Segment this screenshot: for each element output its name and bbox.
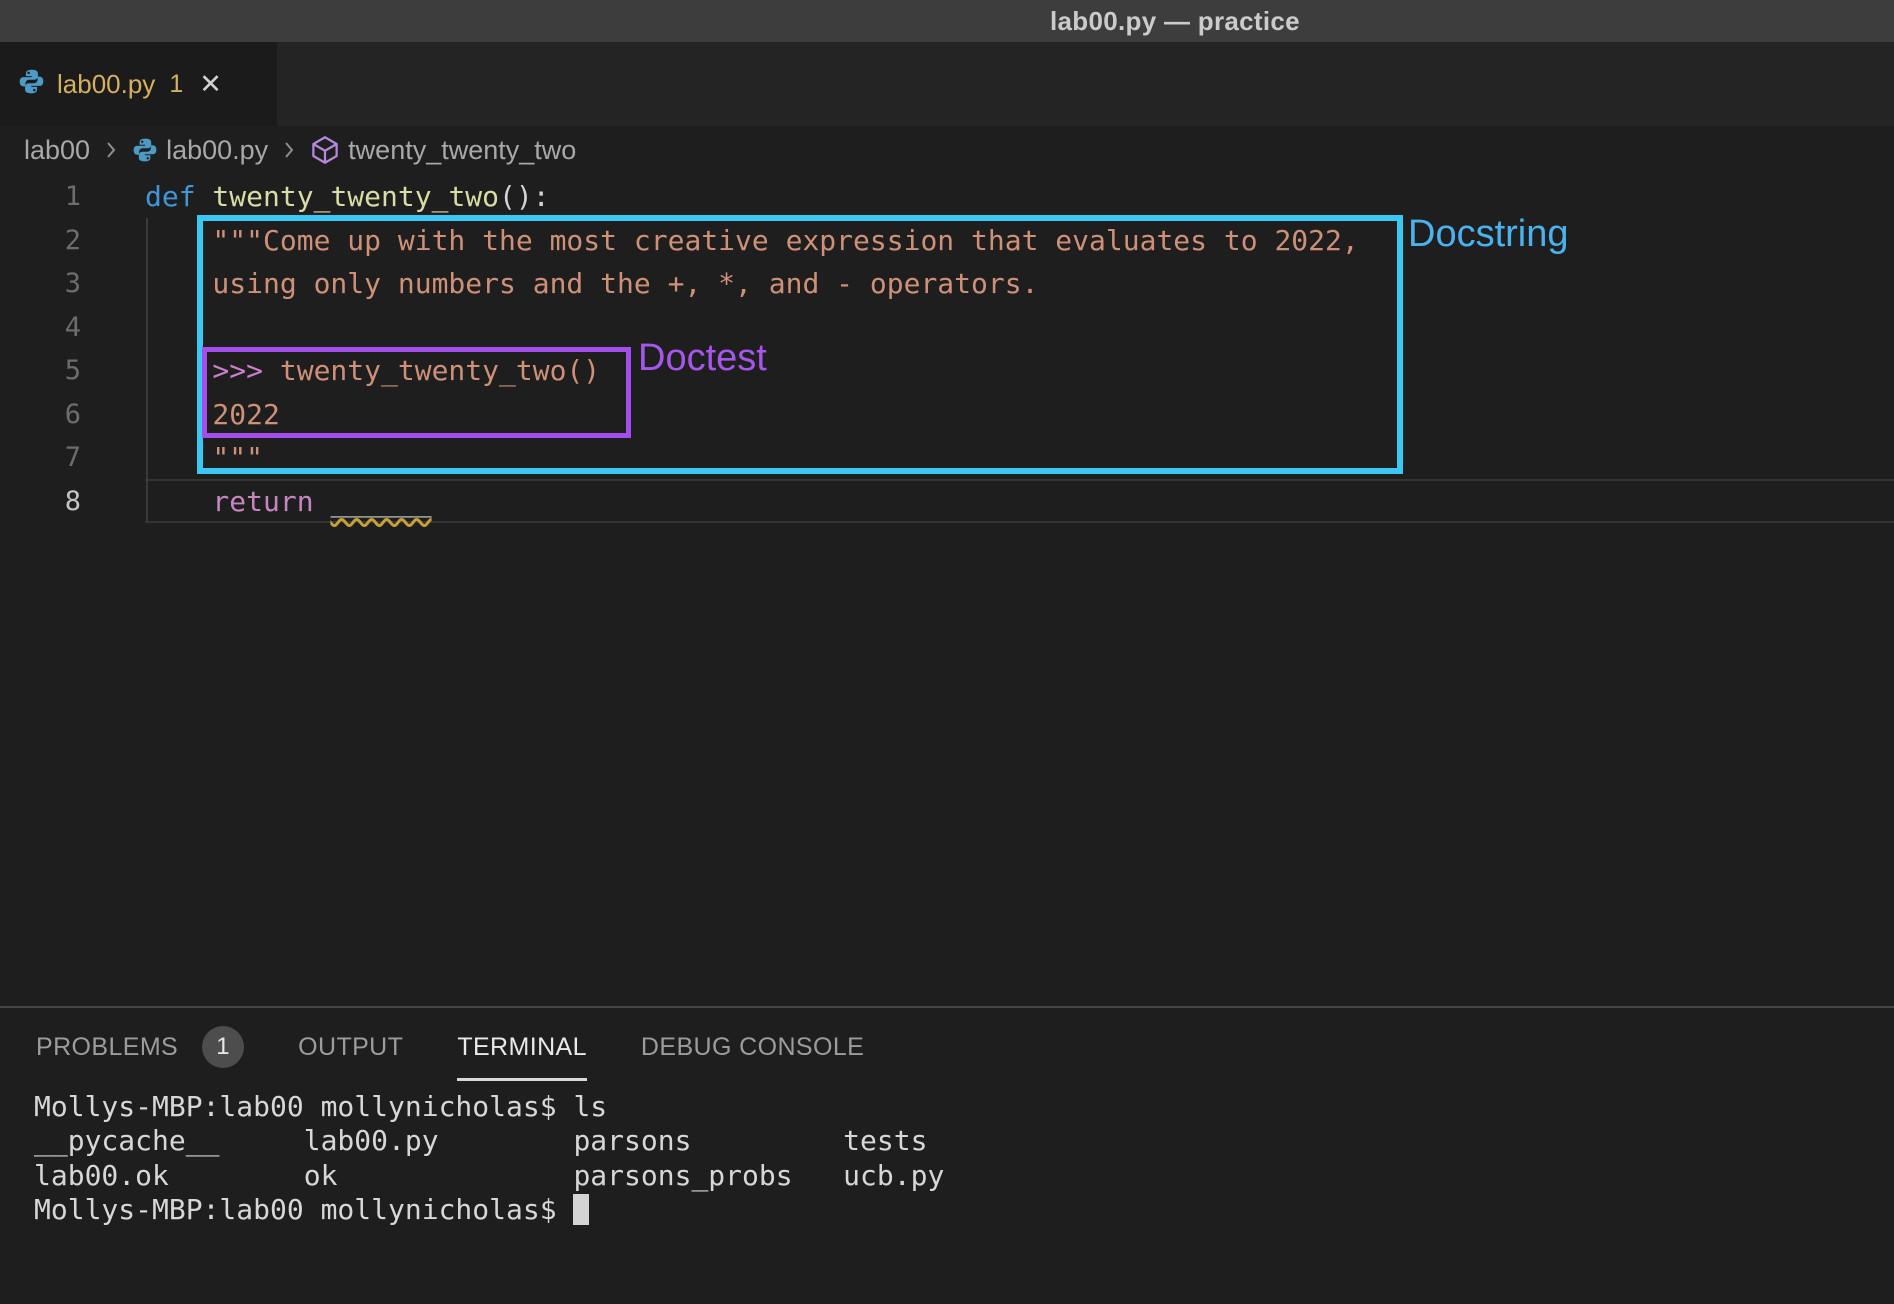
tab-label: lab00.py (57, 69, 155, 100)
line-number: 1 (0, 181, 81, 212)
keyword-return: return (145, 485, 330, 518)
tab-debug-console[interactable]: DEBUG CONSOLE (641, 1008, 864, 1086)
line-number-active: 8 (0, 486, 81, 517)
terminal-prompt: Mollys-MBP:lab00 mollynicholas$ (34, 1193, 573, 1226)
window-title: lab00.py — practice (1050, 0, 1300, 42)
title-bar: lab00.py — practice (0, 0, 1894, 42)
tab-output-label: OUTPUT (298, 1033, 403, 1062)
breadcrumb-symbol[interactable]: twenty_twenty_two (348, 135, 576, 166)
tab-output[interactable]: OUTPUT (298, 1008, 403, 1086)
terminal-line: lab00.ok ok parsons_probs ucb.py (34, 1159, 944, 1193)
function-name: twenty_twenty_two (196, 180, 499, 213)
doctest-annotation-box (202, 347, 631, 438)
line-number: 3 (0, 268, 81, 299)
terminal-output[interactable]: Mollys-MBP:lab00 mollynicholas$ ls __pyc… (34, 1090, 944, 1228)
line-number: 2 (0, 225, 81, 256)
doctest-annotation-label: Doctest (638, 337, 767, 380)
code-line: 8 return ______ (0, 480, 1894, 524)
panel-tab-bar: PROBLEMS 1 OUTPUT TERMINAL DEBUG CONSOLE (0, 1008, 1894, 1086)
symbol-namespace-icon (310, 135, 340, 165)
docstring-annotation-label: Docstring (1408, 213, 1569, 256)
breadcrumb-folder[interactable]: lab00 (24, 135, 90, 166)
line-number: 4 (0, 312, 81, 343)
line-number: 5 (0, 355, 81, 386)
code-line: 1 def twenty_twenty_two(): (0, 175, 1894, 219)
tab-close-icon[interactable]: ✕ (199, 71, 222, 98)
problems-count-badge: 1 (202, 1026, 244, 1068)
line-number: 7 (0, 442, 81, 473)
breadcrumb-file[interactable]: lab00.py (166, 135, 268, 166)
active-tab-underline (457, 1078, 587, 1081)
tab-problems[interactable]: PROBLEMS 1 (36, 1008, 244, 1086)
chevron-right-icon (278, 139, 300, 161)
terminal-line: Mollys-MBP:lab00 mollynicholas$ ls (34, 1090, 944, 1124)
tab-problems-label: PROBLEMS (36, 1033, 178, 1062)
tab-debug-console-label: DEBUG CONSOLE (641, 1033, 864, 1062)
keyword-def: def (145, 180, 196, 213)
python-file-icon (132, 137, 158, 163)
python-file-icon (18, 68, 45, 100)
tab-terminal-label: TERMINAL (457, 1033, 587, 1062)
punctuation: (): (499, 180, 550, 213)
terminal-prompt-line: Mollys-MBP:lab00 mollynicholas$ (34, 1193, 944, 1227)
chevron-right-icon (100, 139, 122, 161)
tab-strip: lab00.py 1 ✕ (0, 42, 1894, 126)
terminal-line: __pycache__ lab00.py parsons tests (34, 1124, 944, 1158)
breadcrumb: lab00 lab00.py twenty_twenty_two (24, 126, 576, 174)
fill-in-blank: ______ (330, 485, 431, 518)
tab-terminal[interactable]: TERMINAL (457, 1008, 587, 1086)
terminal-cursor (573, 1194, 589, 1225)
tab-lab00py[interactable]: lab00.py 1 ✕ (0, 42, 277, 126)
tab-dirty-count: 1 (169, 70, 183, 99)
line-number: 6 (0, 399, 81, 430)
